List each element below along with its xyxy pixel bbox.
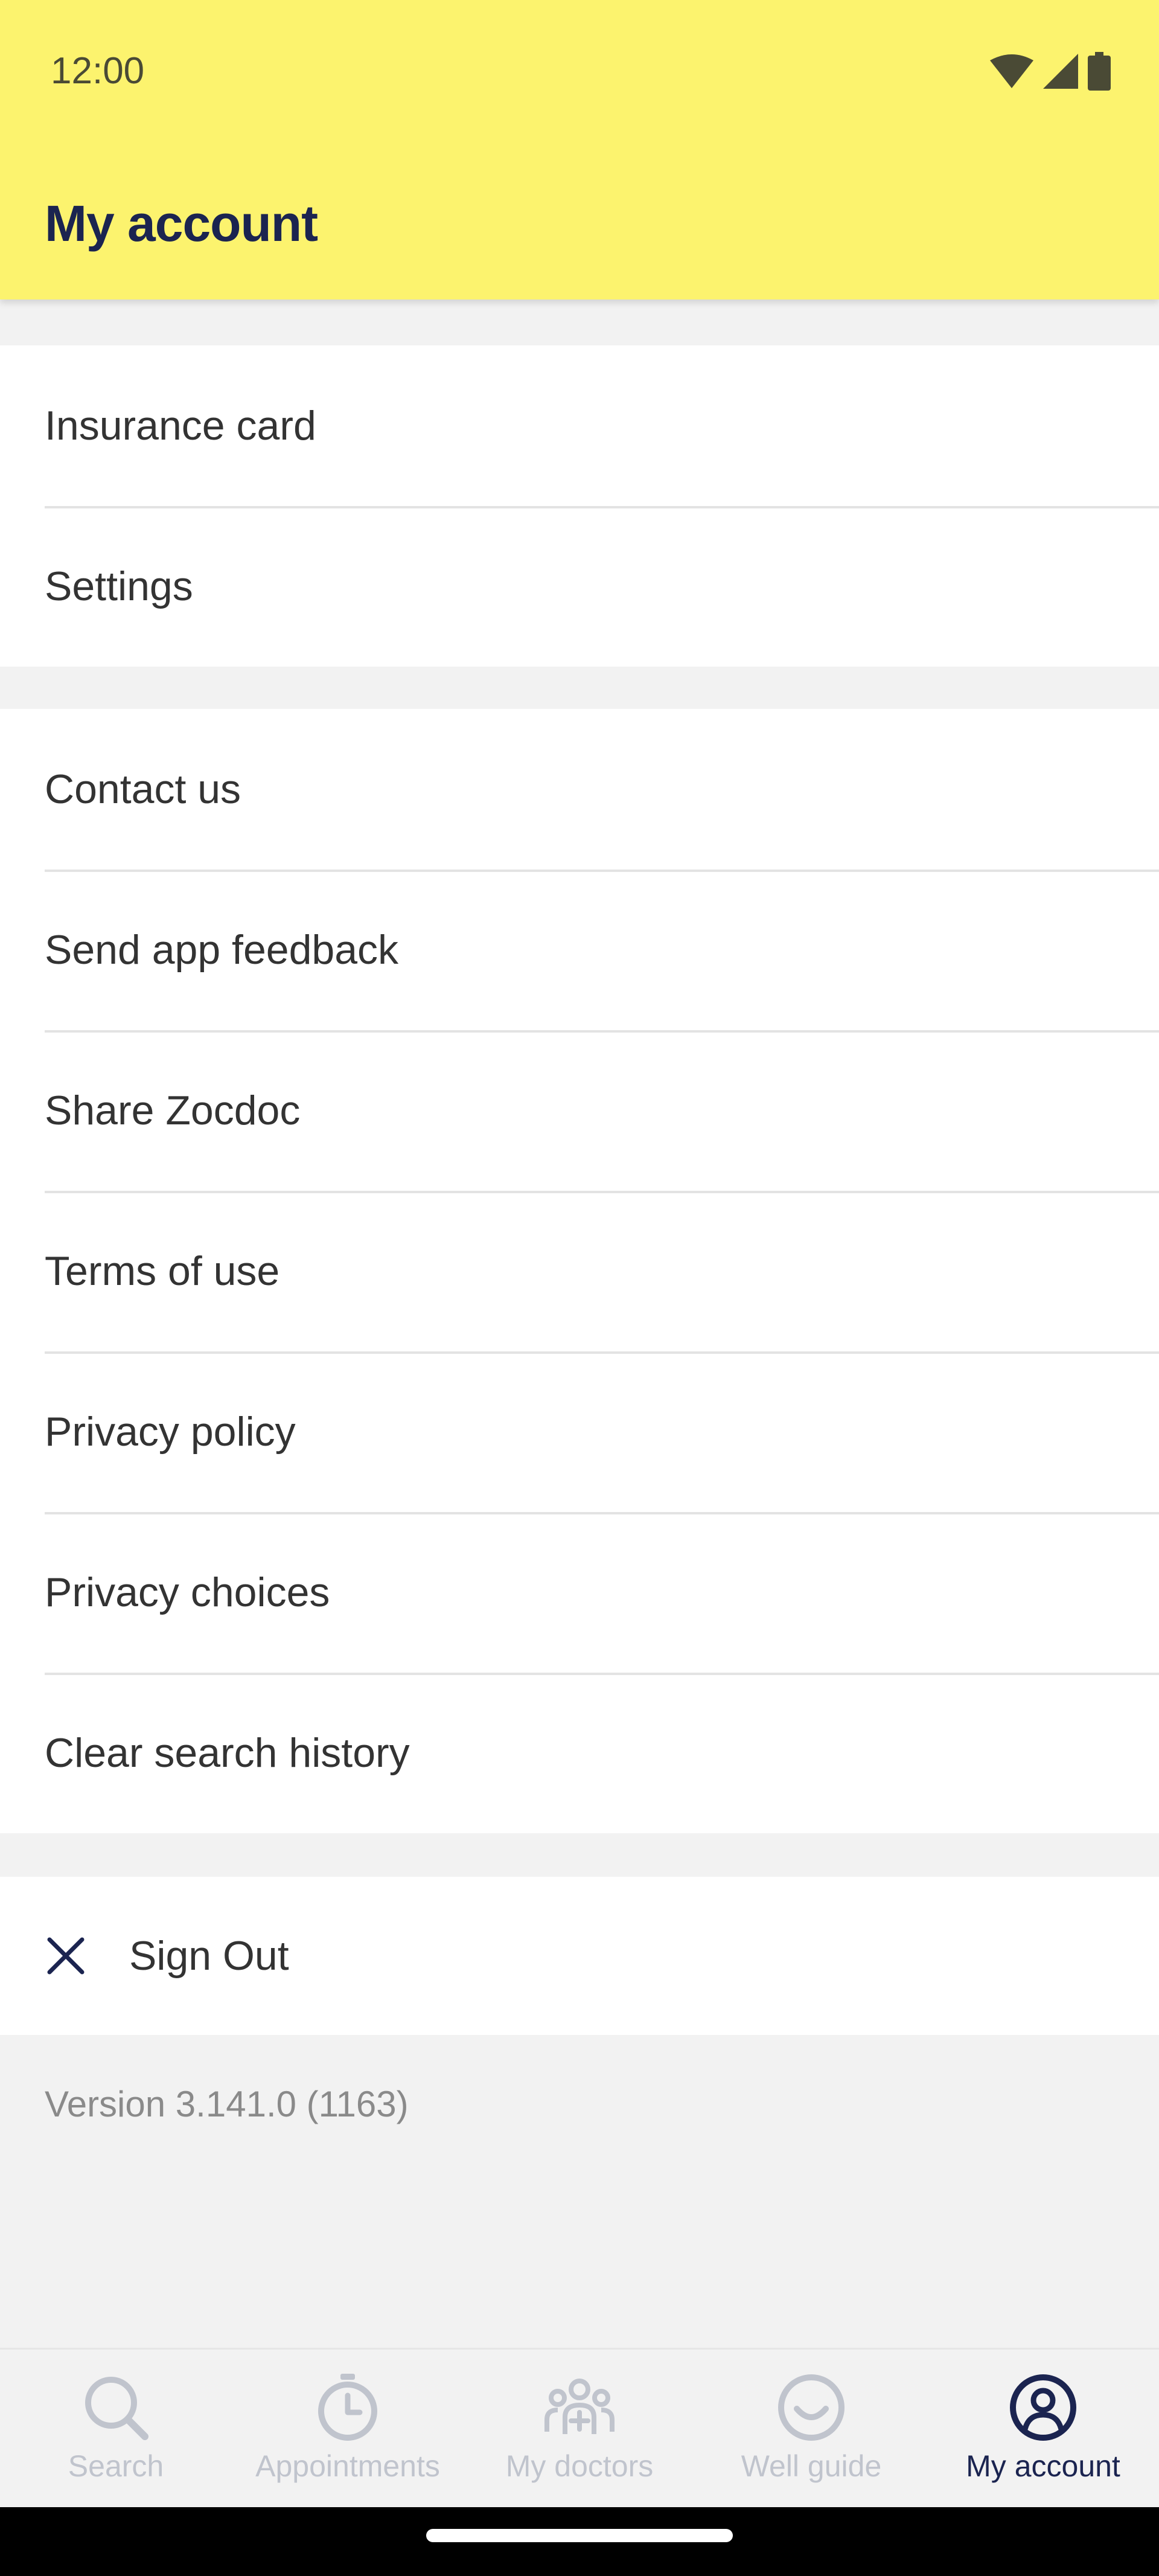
menu-item-label: Terms of use <box>45 1248 280 1294</box>
status-time: 12:00 <box>51 50 145 92</box>
menu-item-privacy-policy[interactable]: Privacy policy <box>0 1351 1159 1512</box>
tab-label: My doctors <box>505 2449 654 2483</box>
info-section: Contact us Send app feedback Share Zocdo… <box>0 709 1159 1833</box>
menu-item-share-zocdoc[interactable]: Share Zocdoc <box>0 1030 1159 1191</box>
system-navigation-bar <box>0 2507 1159 2576</box>
sign-out-label: Sign Out <box>129 1933 289 1979</box>
account-icon <box>1010 2374 1076 2441</box>
clock-icon <box>318 2374 377 2441</box>
status-icons <box>990 52 1111 91</box>
search-icon <box>85 2377 148 2440</box>
wifi-icon <box>990 54 1033 88</box>
tab-well-guide[interactable]: Well guide <box>695 2350 927 2509</box>
menu-item-label: Insurance card <box>45 403 316 449</box>
menu-item-send-app-feedback[interactable]: Send app feedback <box>0 870 1159 1030</box>
cell-signal-icon <box>1043 54 1078 89</box>
doctors-group-icon <box>544 2379 615 2434</box>
smile-icon <box>778 2374 845 2441</box>
menu-item-label: Send app feedback <box>45 927 399 973</box>
tab-my-account[interactable]: My account <box>927 2350 1159 2509</box>
version-text: Version 3.141.0 (1163) <box>45 2084 409 2124</box>
sign-out-button[interactable]: Sign Out <box>0 1877 1159 2035</box>
battery-icon <box>1088 52 1111 91</box>
menu-item-insurance-card[interactable]: Insurance card <box>0 345 1159 506</box>
app-header: 12:00 My account <box>0 0 1159 300</box>
tab-label: Search <box>68 2449 164 2483</box>
tab-search[interactable]: Search <box>0 2350 232 2509</box>
menu-item-privacy-choices[interactable]: Privacy choices <box>0 1512 1159 1673</box>
menu-item-clear-search-history[interactable]: Clear search history <box>0 1673 1159 1833</box>
tab-appointments[interactable]: Appointments <box>232 2350 464 2509</box>
tab-label: Well guide <box>741 2449 882 2483</box>
page-title: My account <box>45 195 318 252</box>
tab-label: Appointments <box>255 2449 440 2483</box>
menu-item-settings[interactable]: Settings <box>0 506 1159 667</box>
menu-item-label: Privacy choices <box>45 1569 330 1615</box>
menu-item-label: Privacy policy <box>45 1409 296 1455</box>
bottom-tab-bar: Search Appointments My doctors Well guid… <box>0 2348 1159 2509</box>
menu-item-contact-us[interactable]: Contact us <box>0 709 1159 870</box>
menu-item-label: Contact us <box>45 766 241 812</box>
menu-item-terms-of-use[interactable]: Terms of use <box>0 1191 1159 1351</box>
home-gesture-handle[interactable] <box>426 2529 733 2542</box>
menu-item-label: Settings <box>45 563 193 609</box>
account-section: Insurance card Settings <box>0 345 1159 667</box>
tab-label: My account <box>966 2449 1120 2483</box>
tab-my-doctors[interactable]: My doctors <box>464 2350 695 2509</box>
menu-item-label: Clear search history <box>45 1730 410 1776</box>
menu-item-label: Share Zocdoc <box>45 1088 301 1133</box>
close-icon <box>47 1937 85 1975</box>
sign-out-section: Sign Out <box>0 1877 1159 2035</box>
